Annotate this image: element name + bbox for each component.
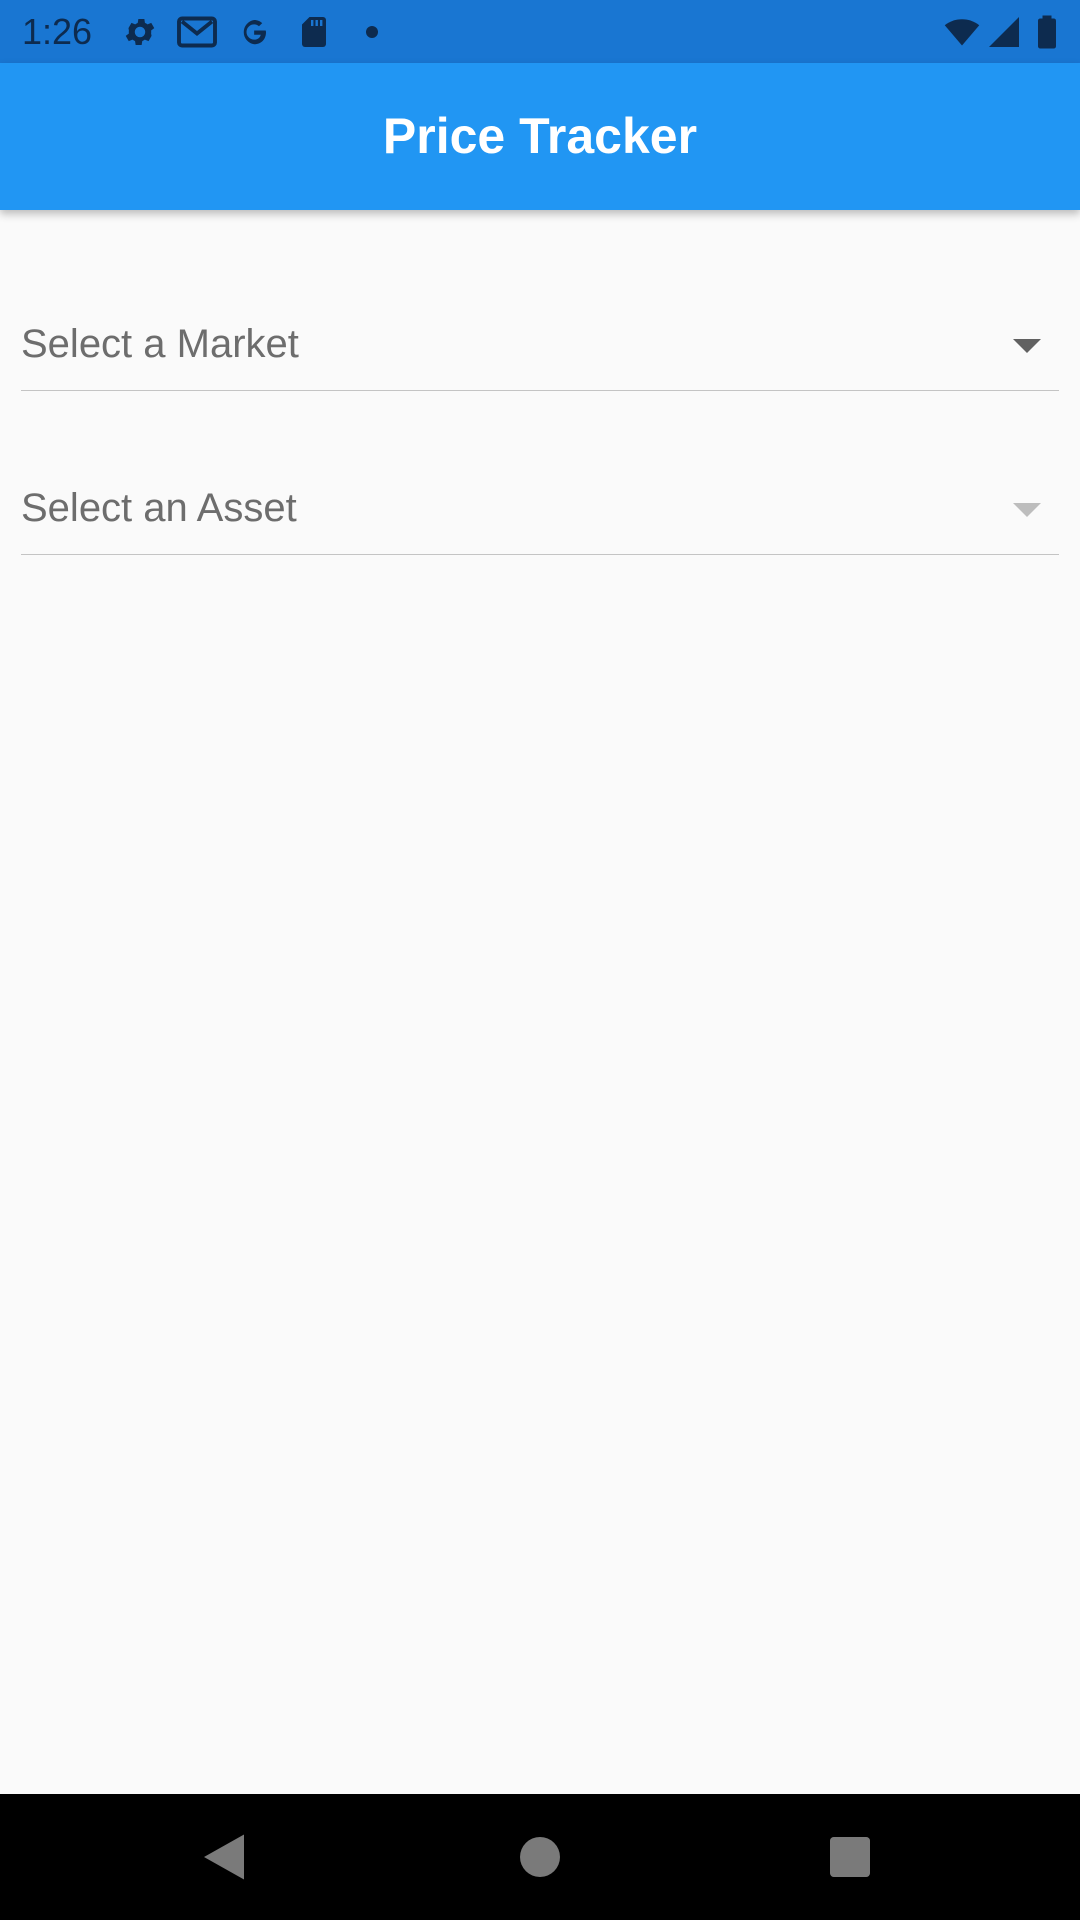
app-bar: Price Tracker (0, 63, 1080, 210)
market-dropdown-label: Select a Market (21, 322, 299, 366)
dropdown-arrow-icon (1013, 339, 1041, 353)
settings-icon (122, 14, 158, 50)
cell-signal-icon (986, 14, 1022, 50)
asset-dropdown[interactable]: Select an Asset (21, 464, 1059, 555)
battery-icon (1032, 14, 1062, 50)
wifi-icon (944, 14, 980, 50)
google-icon (236, 14, 272, 50)
back-icon[interactable] (194, 1827, 254, 1887)
recents-icon[interactable] (820, 1827, 880, 1887)
market-dropdown[interactable]: Select a Market (21, 300, 1059, 391)
gmail-icon (176, 14, 218, 50)
dropdown-arrow-icon (1013, 503, 1041, 517)
navigation-bar (0, 1794, 1080, 1920)
status-time: 1:26 (22, 11, 93, 52)
status-bar: 1:26 (0, 0, 1080, 63)
notification-dot-icon (362, 14, 382, 50)
sd-card-icon (296, 14, 332, 50)
asset-dropdown-label: Select an Asset (21, 486, 297, 530)
home-icon[interactable] (510, 1827, 570, 1887)
page-title: Price Tracker (382, 108, 698, 164)
